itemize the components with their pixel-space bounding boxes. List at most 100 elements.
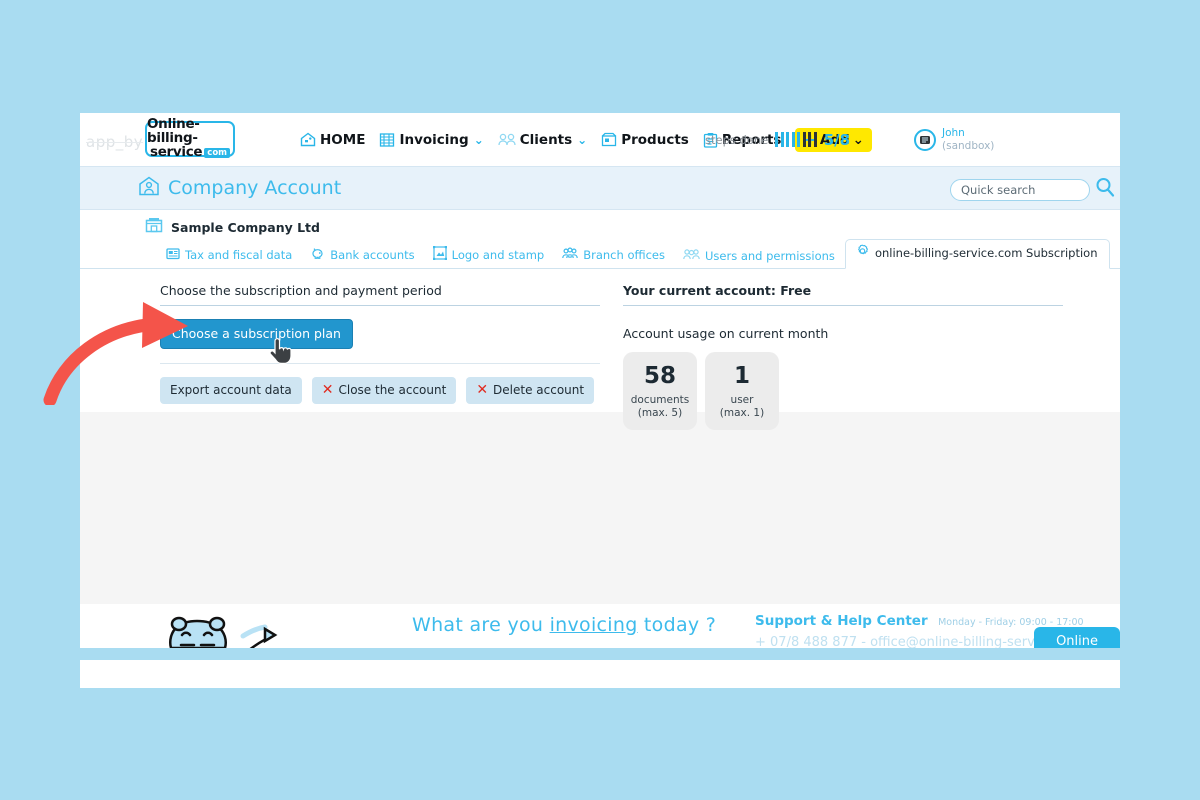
subscription-column: Choose the subscription and payment peri… bbox=[160, 283, 600, 404]
user-name-block: John (sandbox) bbox=[942, 127, 994, 151]
support-title[interactable]: Support & Help Center bbox=[755, 613, 928, 629]
nav-item-home[interactable]: HOME bbox=[300, 132, 365, 148]
tab-users-and-permissions-label: Users and permissions bbox=[704, 248, 835, 263]
chevron-down-icon: ⌄ bbox=[852, 131, 864, 148]
tab-bank-accounts[interactable]: Bank accounts bbox=[302, 243, 424, 268]
step-bar bbox=[813, 132, 817, 147]
logo-line-1: Online-billing- bbox=[147, 116, 200, 146]
slogan-pre: What are bbox=[412, 614, 508, 636]
documents-unit: documents bbox=[630, 393, 690, 406]
step-bar bbox=[791, 132, 795, 147]
logo-tld-badge: com bbox=[204, 147, 231, 159]
close-the-account-label: Close the account bbox=[338, 383, 447, 397]
export-account-data-button[interactable]: Export account data bbox=[160, 377, 302, 404]
site-logo[interactable]: Online-billing- service com bbox=[145, 116, 235, 161]
quick-search bbox=[950, 176, 1116, 203]
slogan-you: you bbox=[507, 614, 544, 636]
user-menu[interactable]: John (sandbox) bbox=[914, 113, 994, 166]
delete-account-label: Delete account bbox=[493, 383, 585, 397]
tab-users-and-permissions[interactable]: Users and permissions bbox=[675, 244, 845, 268]
search-input[interactable] bbox=[950, 178, 1090, 201]
page-filler bbox=[80, 412, 1120, 604]
current-account-column: Your current account: Free Account usage… bbox=[623, 283, 1063, 430]
clients-people-icon bbox=[498, 133, 516, 147]
usage-tiles: 58 documents (max. 5) 1 user (max. 1) bbox=[623, 352, 1063, 430]
company-building-icon bbox=[145, 216, 163, 238]
logo-line-2: service com bbox=[149, 144, 231, 161]
footer-band bbox=[80, 648, 1120, 660]
nav-item-clients[interactable]: Clients ⌄ bbox=[498, 132, 587, 148]
nav-item-invoicing[interactable]: Invoicing ⌄ bbox=[379, 131, 484, 148]
gear-icon bbox=[855, 244, 870, 262]
nav-item-clients-label: Clients bbox=[519, 131, 573, 148]
company-account-icon bbox=[138, 176, 160, 201]
piggy-bank-icon bbox=[310, 247, 325, 263]
usage-tile-documents: 58 documents (max. 5) bbox=[623, 352, 697, 430]
tab-branch-offices-label: Branch offices bbox=[583, 248, 665, 262]
choose-plan-row: Choose a subscription plan bbox=[160, 319, 600, 349]
logo-stamp-icon bbox=[432, 245, 448, 263]
chevron-down-icon: ⌄ bbox=[577, 132, 588, 147]
search-icon[interactable] bbox=[1094, 176, 1116, 203]
slogan-underline: invoicing bbox=[549, 614, 638, 636]
page-footer: What are you invoicing today ? Support &… bbox=[80, 604, 1120, 660]
nav-item-invoicing-label: Invoicing bbox=[399, 131, 469, 148]
close-icon: ✕ bbox=[321, 382, 334, 398]
step-bar bbox=[780, 132, 784, 147]
page-title-text: Company Account bbox=[168, 177, 342, 199]
delete-account-button[interactable]: ✕ Delete account bbox=[466, 377, 595, 404]
users-max: (max. 1) bbox=[719, 406, 765, 419]
browser-viewport: app_by Online-billing- service com HOME I… bbox=[80, 113, 1120, 688]
subscription-section-title: Choose the subscription and payment peri… bbox=[160, 283, 600, 306]
tab-logo-and-stamp[interactable]: Logo and stamp bbox=[425, 242, 555, 268]
steps-label: steps done bbox=[705, 132, 769, 147]
current-account-title: Your current account: Free bbox=[623, 283, 1063, 306]
account-actions-row: Export account data ✕ Close the account … bbox=[160, 377, 600, 404]
export-account-data-label: Export account data bbox=[170, 383, 292, 397]
branch-offices-icon bbox=[562, 247, 579, 263]
account-usage-label: Account usage on current month bbox=[623, 326, 829, 341]
step-bar bbox=[808, 132, 812, 147]
section-divider bbox=[160, 363, 600, 364]
top-navigation-bar: app_by Online-billing- service com HOME I… bbox=[80, 113, 1120, 166]
tab-subscription-label: online-billing-service.com Subscription bbox=[874, 246, 1098, 260]
steps-fraction: 5/8 bbox=[823, 130, 851, 149]
delete-icon: ✕ bbox=[476, 382, 489, 398]
nav-item-home-label: HOME bbox=[320, 131, 366, 148]
footer-slogan: What are you invoicing today ? bbox=[412, 614, 716, 636]
chevron-down-icon: ⌄ bbox=[473, 132, 484, 147]
slogan-post: today ? bbox=[637, 614, 717, 636]
home-icon bbox=[300, 132, 316, 147]
step-bar bbox=[775, 132, 779, 147]
page-title: Company Account bbox=[138, 176, 341, 201]
nav-item-products-label: Products bbox=[621, 131, 689, 148]
tab-logo-and-stamp-label: Logo and stamp bbox=[451, 247, 545, 262]
steps-progress: steps done 5/8 bbox=[705, 113, 850, 166]
documents-max: (max. 5) bbox=[637, 406, 683, 419]
company-name: Sample Company Ltd bbox=[171, 219, 320, 235]
users-unit: user bbox=[730, 393, 754, 406]
products-box-icon bbox=[601, 132, 617, 147]
usage-tile-users: 1 user (max. 1) bbox=[705, 352, 779, 430]
steps-bars bbox=[775, 132, 817, 147]
invoice-building-icon bbox=[379, 132, 395, 148]
tax-document-icon bbox=[166, 247, 180, 263]
app-by-label: app_by bbox=[86, 133, 144, 151]
tab-subscription[interactable]: online-billing-service.com Subscription bbox=[844, 239, 1110, 269]
close-the-account-button[interactable]: ✕ Close the account bbox=[311, 377, 457, 404]
settings-tabs: Tax and fiscal data Bank accounts Logo a… bbox=[80, 239, 1120, 269]
users-count: 1 bbox=[733, 363, 750, 389]
choose-a-subscription-plan-button[interactable]: Choose a subscription plan bbox=[160, 319, 353, 349]
tab-bank-accounts-label: Bank accounts bbox=[330, 248, 415, 262]
users-permissions-icon bbox=[683, 248, 700, 263]
step-bar bbox=[802, 132, 806, 147]
logo-service-text: service bbox=[149, 144, 203, 161]
tab-branch-offices[interactable]: Branch offices bbox=[554, 243, 675, 268]
tab-tax-and-fiscal-data[interactable]: Tax and fiscal data bbox=[158, 243, 302, 268]
main-content: Choose the subscription and payment peri… bbox=[80, 269, 1120, 430]
user-name: John bbox=[942, 127, 965, 140]
page-title-strip: Company Account bbox=[80, 166, 1120, 210]
step-bar bbox=[786, 132, 790, 147]
step-bar bbox=[797, 132, 801, 147]
nav-item-products[interactable]: Products bbox=[601, 132, 689, 148]
